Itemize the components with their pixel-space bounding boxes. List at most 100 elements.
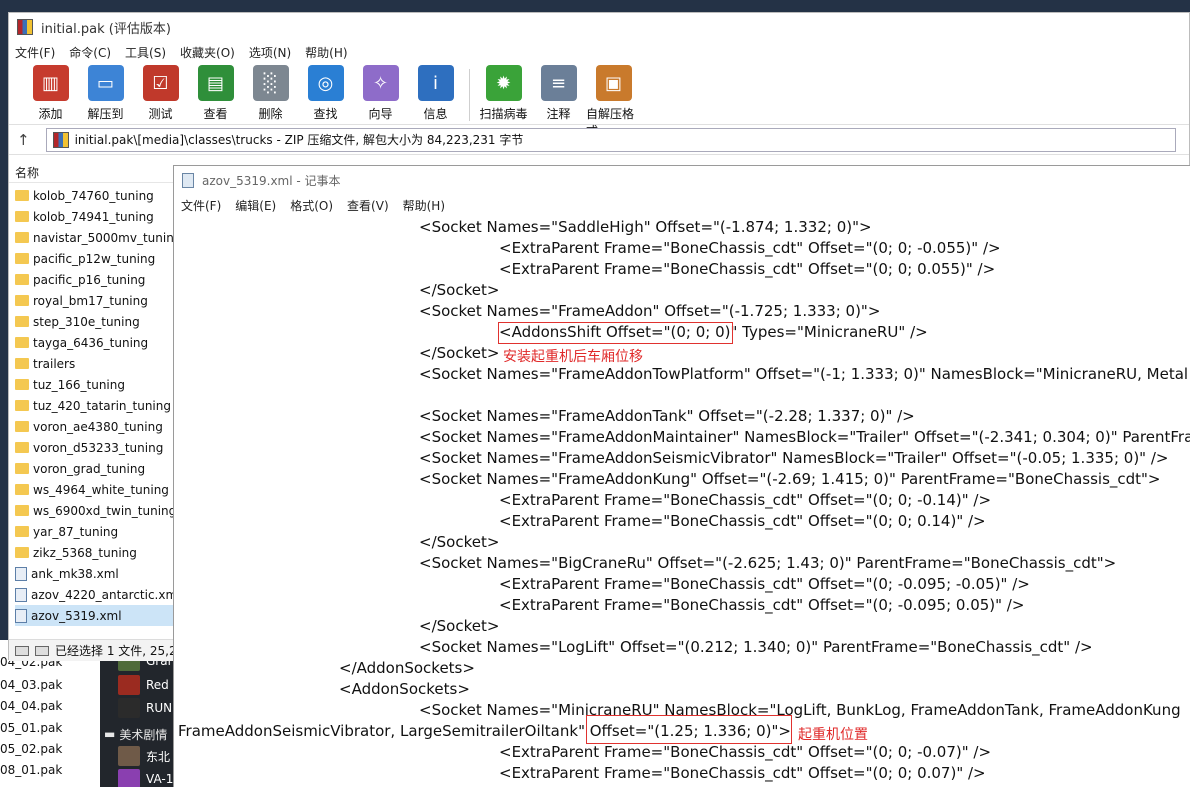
- np-menu-format[interactable]: 格式(O): [290, 197, 333, 214]
- file-list-item[interactable]: azov_4220_antarctic.xml: [15, 584, 177, 605]
- column-header-name[interactable]: 名称: [9, 163, 179, 183]
- toolbar-button[interactable]: ☑ 测试: [133, 65, 188, 122]
- folder-icon: [15, 337, 29, 348]
- game-group-header[interactable]: ▬ 美术剧情: [104, 724, 167, 744]
- file-list-item[interactable]: tuz_166_tuning: [15, 374, 177, 395]
- up-arrow-icon[interactable]: ↑: [17, 131, 30, 149]
- toolbar-button-label: 查看: [203, 107, 228, 121]
- background-file[interactable]: 05_01.pak: [0, 718, 62, 739]
- game-title: Red I: [146, 678, 177, 692]
- file-list-item[interactable]: pacific_p16_tuning: [15, 269, 177, 290]
- file-list-item[interactable]: kolob_74941_tuning: [15, 206, 177, 227]
- code-line: <ExtraParent Frame="BoneChassis_cdt" Off…: [499, 743, 992, 761]
- menu-help[interactable]: 帮助(H): [305, 44, 347, 61]
- folder-icon: [15, 484, 29, 495]
- file-name: pacific_p16_tuning: [33, 272, 146, 287]
- toolbar-button[interactable]: ▭ 解压到: [78, 65, 133, 122]
- menu-options[interactable]: 选项(N): [249, 44, 291, 61]
- game-item[interactable]: Red I: [118, 674, 176, 696]
- file-name: tuz_166_tuning: [33, 377, 125, 392]
- highlight-box-addons-shift: [498, 322, 733, 344]
- archive-path-field[interactable]: initial.pak\[media]\classes\trucks - ZIP…: [45, 127, 1176, 152]
- file-list-item[interactable]: ws_4964_white_tuning: [15, 479, 177, 500]
- file-name: pacific_p12w_tuning: [33, 251, 156, 266]
- file-list-item[interactable]: ank_mk38.xml: [15, 563, 177, 584]
- notepad-titlebar[interactable]: azov_5319.xml - 记事本: [174, 166, 1190, 194]
- file-list-item[interactable]: voron_ae4380_tuning: [15, 416, 177, 437]
- toolbar-button[interactable]: ▥ 添加: [23, 65, 78, 122]
- toolbar-button-label: 解压到: [87, 107, 124, 121]
- info-icon: i: [417, 65, 454, 101]
- winrar-titlebar[interactable]: initial.pak (评估版本): [9, 13, 1189, 41]
- code-line: <Socket Names="MinicraneRU" NamesBlock="…: [419, 701, 1181, 719]
- np-menu-help[interactable]: 帮助(H): [403, 197, 445, 214]
- game-group-label: 美术剧情: [119, 727, 168, 742]
- file-name: kolob_74941_tuning: [33, 209, 154, 224]
- toolbar-button[interactable]: ▤ 查看: [188, 65, 243, 122]
- drive-icon: [15, 645, 29, 656]
- file-list-item[interactable]: yar_87_tuning: [15, 521, 177, 542]
- file-list-item[interactable]: pacific_p12w_tuning: [15, 248, 177, 269]
- file-list-item[interactable]: tayga_6436_tuning: [15, 332, 177, 353]
- file-list-item[interactable]: navistar_5000mv_tuning: [15, 227, 177, 248]
- text-editor[interactable]: <ExtraParent Frame="BoneChassis_cdt" Off…: [174, 216, 1190, 787]
- file-name: kolob_74760_tuning: [33, 188, 154, 203]
- toolbar-button[interactable]: ✧ 向导: [353, 65, 408, 122]
- notepad-menubar: 文件(F) 编辑(E) 格式(O) 查看(V) 帮助(H): [174, 194, 1190, 216]
- background-file[interactable]: 04_03.pak: [0, 675, 62, 696]
- code-line: <Socket Names="FrameAddonMaintainer" Nam…: [419, 428, 1190, 446]
- toolbar-button[interactable]: ◎ 查找: [298, 65, 353, 122]
- file-name: tayga_6436_tuning: [33, 335, 149, 350]
- file-name: navistar_5000mv_tuning: [33, 230, 177, 245]
- background-file[interactable]: 05_02.pak: [0, 739, 62, 760]
- folder-icon: [15, 253, 29, 264]
- toolbar-button-label: 查找: [313, 107, 338, 121]
- file-name: royal_bm17_tuning: [33, 293, 148, 308]
- notepad-title: azov_5319.xml - 记事本: [202, 173, 341, 188]
- code-line: </Socket>: [419, 617, 500, 635]
- annotation-crane-position: 起重机位置: [798, 727, 868, 743]
- file-list-item[interactable]: kolob_74760_tuning: [15, 185, 177, 206]
- folder-icon: [15, 547, 29, 558]
- file-list-item[interactable]: zikz_5368_tuning: [15, 542, 177, 563]
- menu-favorites[interactable]: 收藏夹(O): [180, 44, 235, 61]
- game-item[interactable]: RUNI: [118, 697, 176, 719]
- wand-icon: ✧: [362, 65, 399, 101]
- file-list-item[interactable]: voron_d53233_tuning: [15, 437, 177, 458]
- background-file-column: 04_02.pak 04_03.pak 04_04.pak 05_01.pak …: [0, 640, 100, 787]
- file-name: azov_5319.xml: [31, 608, 122, 623]
- file-list-item[interactable]: trailers: [15, 353, 177, 374]
- game-item[interactable]: 东北: [118, 745, 170, 767]
- toolbar-button[interactable]: ░ 删除: [243, 65, 298, 122]
- file-list: kolob_74760_tuning kolob_74941_tuningnavi…: [15, 185, 177, 626]
- open-book-icon: ▤: [197, 65, 234, 101]
- xml-file-icon: [15, 587, 27, 602]
- file-list-item[interactable]: royal_bm17_tuning: [15, 290, 177, 311]
- file-list-item[interactable]: azov_5319.xml: [15, 605, 177, 626]
- np-menu-edit[interactable]: 编辑(E): [235, 197, 276, 214]
- file-list-item[interactable]: voron_grad_tuning: [15, 458, 177, 479]
- file-list-item[interactable]: ws_6900xd_twin_tuning: [15, 500, 177, 521]
- file-name: azov_4220_antarctic.xml: [31, 587, 177, 602]
- screen: 04_02.pak 04_03.pak 04_04.pak 05_01.pak …: [0, 0, 1190, 787]
- game-title: 东北: [146, 749, 171, 764]
- file-list-item[interactable]: step_310e_tuning: [15, 311, 177, 332]
- menu-tools[interactable]: 工具(S): [125, 44, 166, 61]
- toolbar-button[interactable]: i 信息: [408, 65, 463, 122]
- menu-commands[interactable]: 命令(C): [69, 44, 111, 61]
- toolbar-button-label: 向导: [368, 107, 393, 121]
- background-file[interactable]: 04_04.pak: [0, 696, 62, 717]
- highlight-box-crane-offset: [586, 715, 792, 744]
- np-menu-view[interactable]: 查看(V): [347, 197, 389, 214]
- file-list-item[interactable]: tuz_420_tatarin_tuning: [15, 395, 177, 416]
- file-name: voron_ae4380_tuning: [33, 419, 163, 434]
- folder-icon: [15, 232, 29, 243]
- folder-icon: [15, 505, 29, 516]
- toolbar-button[interactable]: ✹ 扫描病毒: [476, 65, 531, 122]
- menu-file[interactable]: 文件(F): [15, 44, 55, 61]
- game-item[interactable]: VA-1: [118, 768, 173, 787]
- toolbar-button-label: 测试: [148, 107, 173, 121]
- background-file[interactable]: 08_01.pak: [0, 760, 62, 781]
- toolbar-button[interactable]: ≡ 注释: [531, 65, 586, 122]
- np-menu-file[interactable]: 文件(F): [181, 197, 221, 214]
